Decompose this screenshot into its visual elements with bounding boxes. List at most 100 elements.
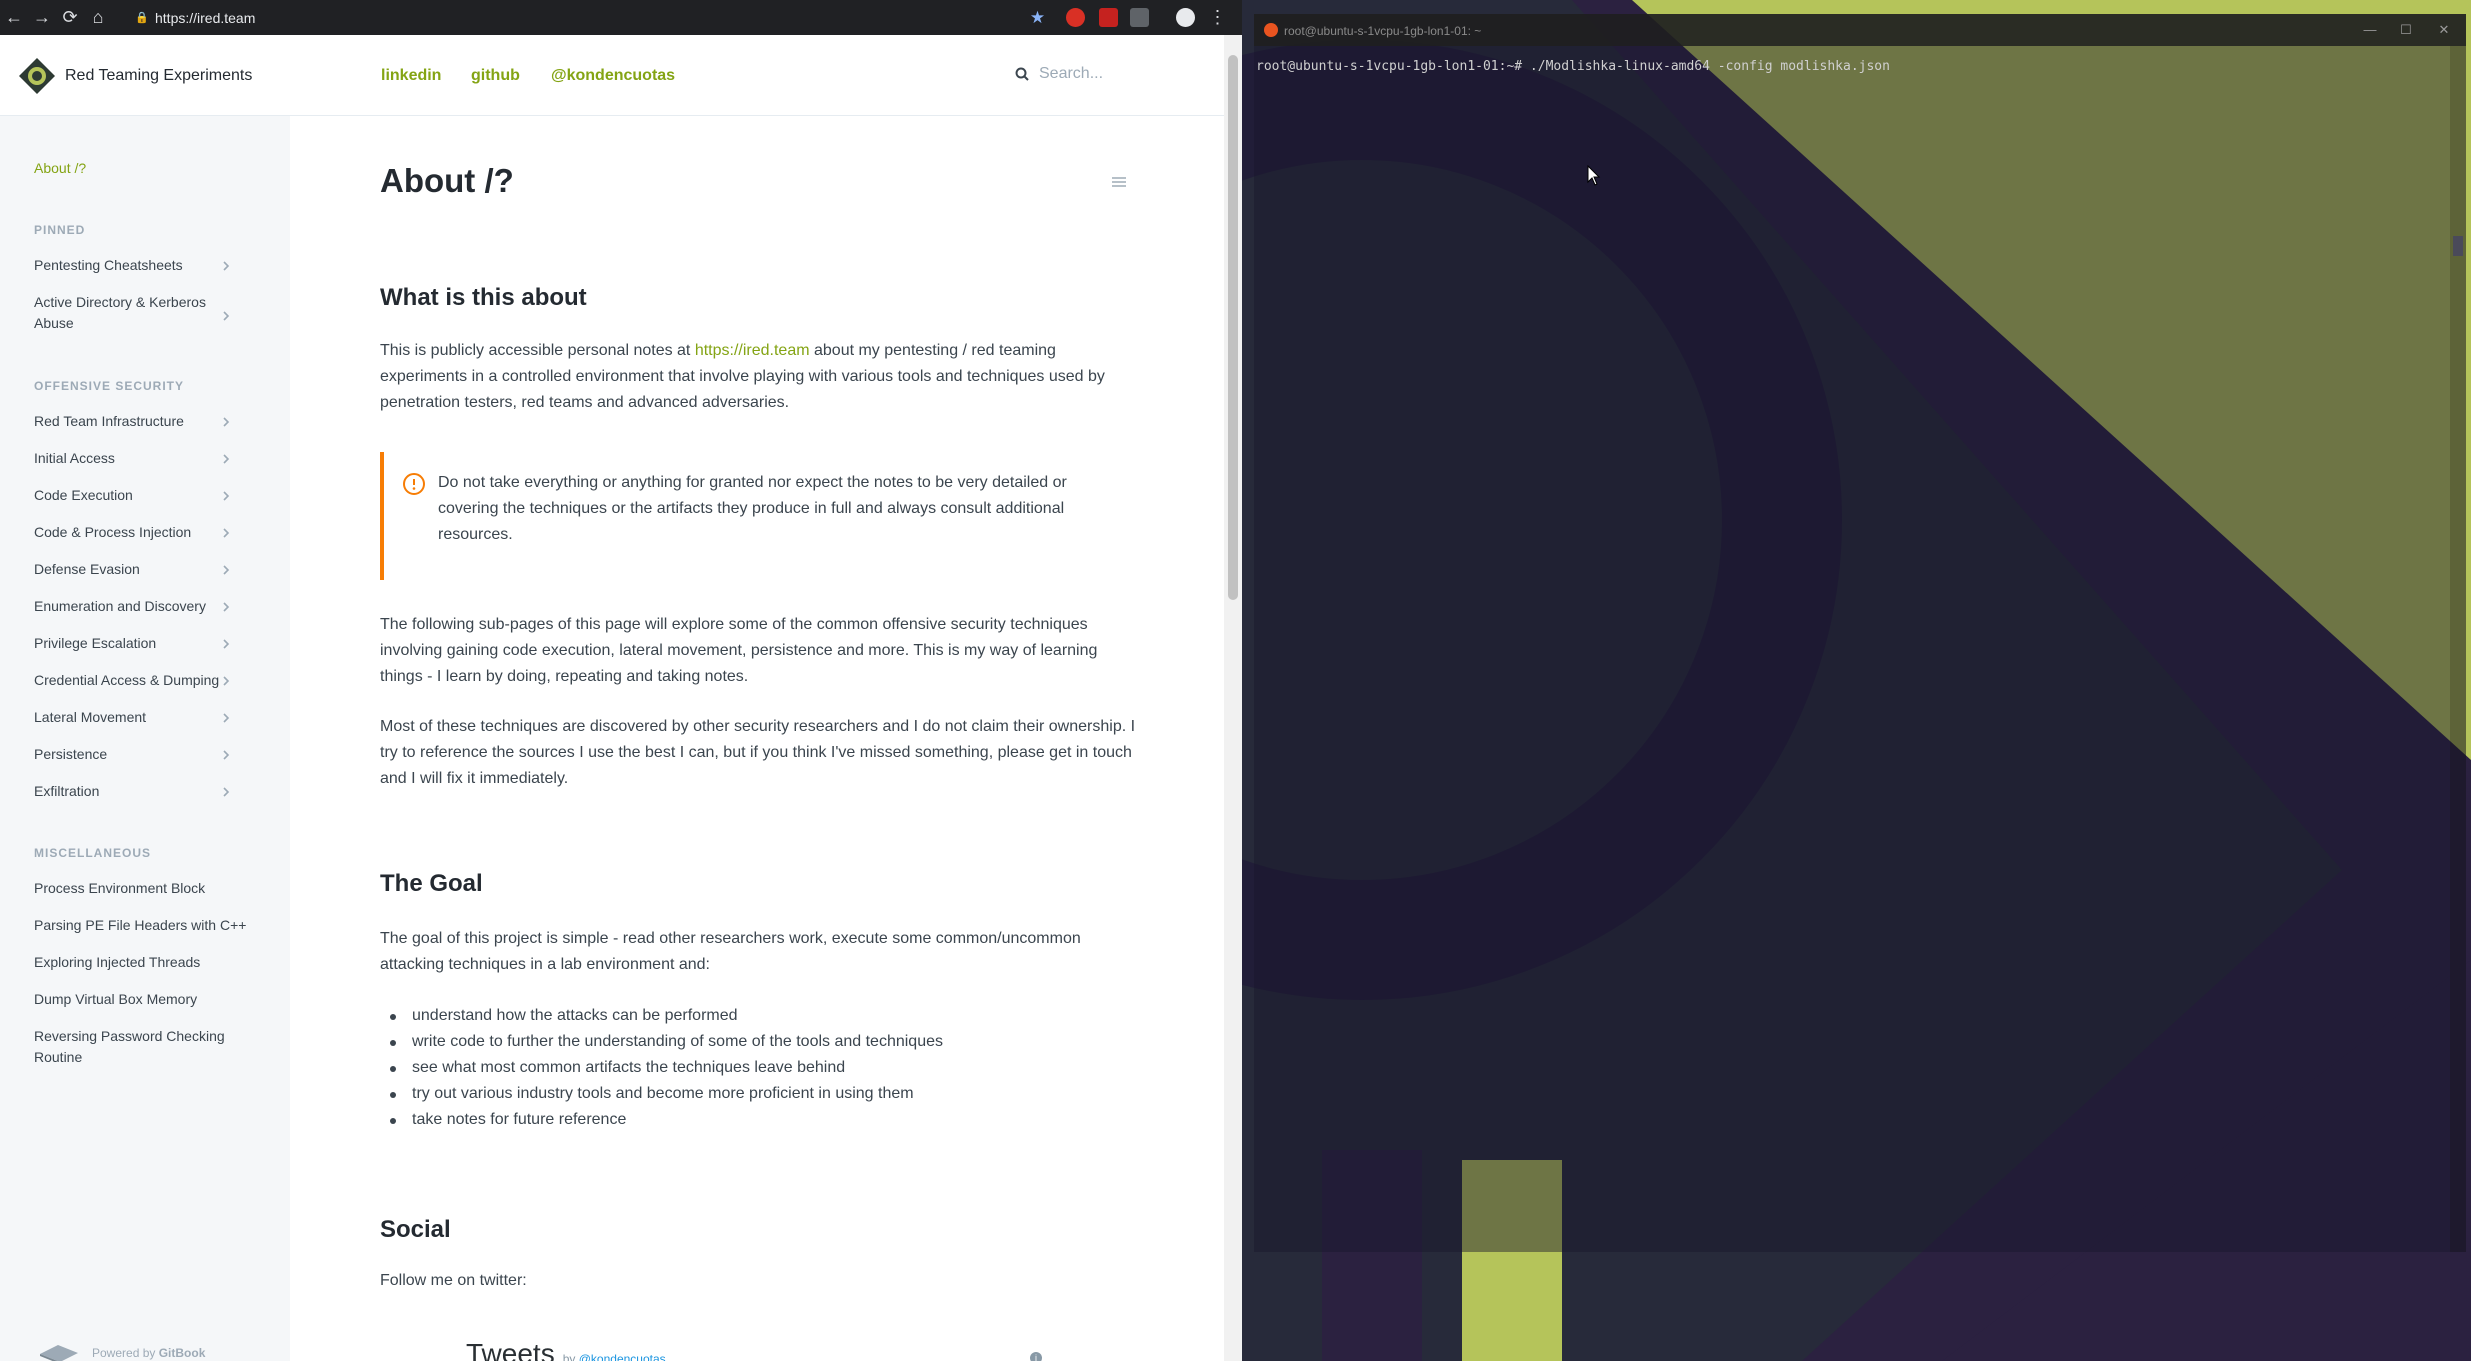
ired-team-link[interactable]: https://ired.team <box>695 342 810 359</box>
chevron-right-icon[interactable] <box>218 451 234 467</box>
intro-text-before: This is publicly accessible personal not… <box>380 342 695 359</box>
warning-hint: Do not take everything or anything for g… <box>380 452 1140 580</box>
chevron-right-icon[interactable] <box>218 710 234 726</box>
terminal-title: root@ubuntu-s-1vcpu-1gb-lon1-01: ~ <box>1284 24 1482 38</box>
table-of-contents-icon[interactable] <box>1110 176 1128 190</box>
maximize-icon[interactable]: ☐ <box>2396 20 2416 40</box>
list-item: try out various industry tools and becom… <box>380 1081 1140 1107</box>
warning-text: Do not take everything or anything for g… <box>438 474 1067 543</box>
chevron-right-icon[interactable] <box>218 673 234 689</box>
star-icon[interactable]: ★ <box>1028 8 1047 27</box>
twitter-link[interactable]: @kondencuotas <box>551 67 675 85</box>
heading-goal: The Goal <box>380 870 483 897</box>
chevron-right-icon[interactable] <box>218 562 234 578</box>
sidebar-item-pentesting-cheatsheets[interactable]: Pentesting Cheatsheets <box>34 255 274 276</box>
chevron-right-icon[interactable] <box>218 525 234 541</box>
extension-icon[interactable] <box>1130 8 1149 27</box>
browser-window: ← → ⟳ ⌂ 🔒 https://ired.team ★ ⋮ Red Team… <box>0 0 1242 1361</box>
heading-social: Social <box>380 1216 451 1243</box>
sidebar-item-virtualbox-memory[interactable]: Dump Virtual Box Memory <box>34 989 274 1010</box>
linkedin-link[interactable]: linkedin <box>381 67 441 85</box>
sidebar-item-pe-headers[interactable]: Parsing PE File Headers with C++ <box>34 915 274 936</box>
heading-what-is-this: What is this about <box>380 284 587 311</box>
chevron-right-icon[interactable] <box>218 308 234 324</box>
sidebar-item-lateral-movement[interactable]: Lateral Movement <box>34 707 274 728</box>
site-logo[interactable] <box>18 57 56 95</box>
terminal-body[interactable]: root@ubuntu-s-1vcpu-1gb-lon1-01:~# ./Mod… <box>1254 46 2450 1252</box>
menu-icon[interactable]: ⋮ <box>1208 7 1227 27</box>
close-icon[interactable]: ✕ <box>2434 20 2454 40</box>
list-item: see what most common artifacts the techn… <box>380 1055 1140 1081</box>
sidebar-item-persistence[interactable]: Persistence <box>34 744 274 765</box>
reload-icon[interactable]: ⟳ <box>56 0 84 35</box>
home-icon[interactable]: ⌂ <box>84 0 112 35</box>
chevron-right-icon[interactable] <box>218 599 234 615</box>
sidebar-item-reversing-password[interactable]: Reversing Password Checking Routine <box>34 1026 234 1068</box>
terminal-command: ./Modlishka-linux-amd64 -config modlishk… <box>1522 59 1890 74</box>
list-item: take notes for future reference <box>380 1107 1140 1133</box>
search-icon <box>1015 67 1029 81</box>
tweets-byline: by @kondencuotas <box>563 1352 666 1361</box>
tweets-handle-link[interactable]: @kondencuotas <box>579 1352 666 1361</box>
sidebar-item-red-team-infrastructure[interactable]: Red Team Infrastructure <box>34 411 274 432</box>
github-link[interactable]: github <box>471 67 520 85</box>
goal-list: understand how the attacks can be perfor… <box>380 1003 1140 1133</box>
address-bar[interactable]: 🔒 https://ired.team <box>135 5 1070 30</box>
site-header: Red Teaming Experiments linkedin github … <box>0 35 1224 116</box>
desktop: ← → ⟳ ⌂ 🔒 https://ired.team ★ ⋮ Red Team… <box>0 0 2471 1361</box>
intro-paragraph: This is publicly accessible personal not… <box>380 338 1140 416</box>
scrollbar-thumb[interactable] <box>1228 55 1238 600</box>
powered-by-label: Powered by <box>92 1346 156 1360</box>
sidebar-item-credential-access[interactable]: Credential Access & Dumping <box>34 670 274 691</box>
list-item: understand how the attacks can be perfor… <box>380 1003 1140 1029</box>
chevron-right-icon[interactable] <box>218 258 234 274</box>
terminal-command-line: root@ubuntu-s-1vcpu-1gb-lon1-01:~# ./Mod… <box>1256 59 1890 74</box>
page-title: About /? <box>380 162 514 199</box>
tweets-by-label: by <box>562 1352 576 1361</box>
info-icon[interactable]: i <box>1030 1352 1042 1361</box>
chevron-right-icon[interactable] <box>218 488 234 504</box>
sidebar-item-code-process-injection[interactable]: Code & Process Injection <box>34 522 274 543</box>
profile-avatar[interactable] <box>1176 8 1195 27</box>
sidebar-item-about[interactable]: About /? <box>34 158 274 179</box>
sidebar-item-injected-threads[interactable]: Exploring Injected Threads <box>34 952 274 973</box>
goal-paragraph: The goal of this project is simple - rea… <box>380 930 1081 973</box>
extension-icon[interactable] <box>1066 8 1085 27</box>
search-box[interactable]: Search... <box>1015 65 1103 83</box>
url-text[interactable]: https://ired.team <box>155 10 255 26</box>
section-title-pinned: PINNED <box>34 223 86 237</box>
ownership-paragraph: Most of these techniques are discovered … <box>380 718 1136 787</box>
forward-icon[interactable]: → <box>28 0 56 35</box>
sidebar-item-initial-access[interactable]: Initial Access <box>34 448 274 469</box>
main-content: About /? What is this about This is publ… <box>290 116 1224 1361</box>
extension-icon[interactable] <box>1099 8 1118 27</box>
page-scrollbar[interactable] <box>1224 35 1242 1361</box>
terminal-scrollbar[interactable] <box>2450 46 2466 1252</box>
subpages-paragraph: The following sub-pages of this page wil… <box>380 616 1098 685</box>
chevron-right-icon[interactable] <box>218 414 234 430</box>
list-item: write code to further the understanding … <box>380 1029 1140 1055</box>
ubuntu-icon <box>1264 23 1278 37</box>
sidebar-item-active-directory[interactable]: Active Directory & Kerberos Abuse <box>34 292 214 334</box>
back-icon[interactable]: ← <box>0 0 28 35</box>
terminal-scrollbar-thumb[interactable] <box>2453 236 2463 256</box>
sidebar-item-peb[interactable]: Process Environment Block <box>34 878 274 899</box>
chevron-right-icon[interactable] <box>218 636 234 652</box>
site-title[interactable]: Red Teaming Experiments <box>65 67 252 85</box>
powered-by[interactable]: Powered by GitBook <box>38 1342 205 1361</box>
terminal-titlebar[interactable]: root@ubuntu-s-1vcpu-1gb-lon1-01: ~ — ☐ ✕ <box>1254 14 2466 46</box>
terminal-prompt: root@ubuntu-s-1vcpu-1gb-lon1-01:~# <box>1256 59 1523 74</box>
chevron-right-icon[interactable] <box>218 784 234 800</box>
tweets-title: Tweets <box>466 1338 555 1361</box>
terminal-window: root@ubuntu-s-1vcpu-1gb-lon1-01: ~ — ☐ ✕… <box>1254 14 2466 1252</box>
search-input[interactable]: Search... <box>1039 65 1103 83</box>
sidebar-item-defense-evasion[interactable]: Defense Evasion <box>34 559 274 580</box>
sidebar-item-exfiltration[interactable]: Exfiltration <box>34 781 274 802</box>
sidebar-item-code-execution[interactable]: Code Execution <box>34 485 274 506</box>
chevron-right-icon[interactable] <box>218 747 234 763</box>
minimize-icon[interactable]: — <box>2360 20 2380 40</box>
gitbook-brand: GitBook <box>158 1346 206 1360</box>
mouse-cursor-icon <box>1587 165 1601 186</box>
sidebar-item-privilege-escalation[interactable]: Privilege Escalation <box>34 633 274 654</box>
sidebar-item-enumeration[interactable]: Enumeration and Discovery <box>34 596 274 617</box>
